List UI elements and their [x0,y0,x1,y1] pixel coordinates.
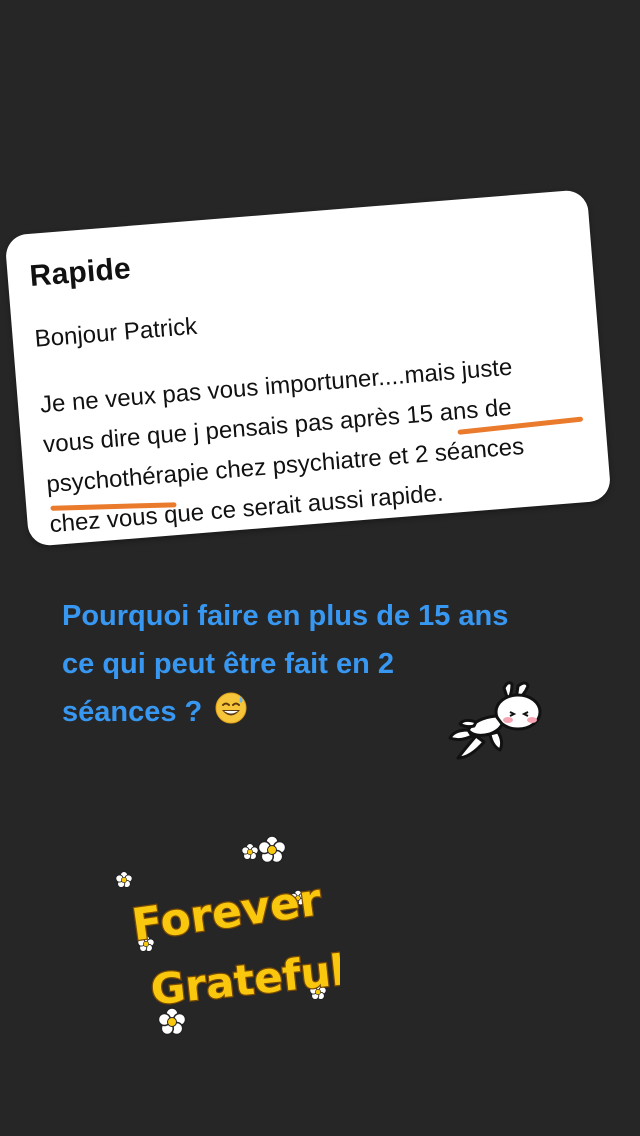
card-body: Je ne veux pas vous importuner....mais j… [39,341,606,545]
running-bunny-sticker [446,678,550,762]
sticker-word: Forever [129,874,325,951]
sticker-word: Grateful [148,945,340,1014]
caption-text: séances ? [62,696,203,728]
forever-grateful-sticker: Forever Grateful [112,826,348,1048]
caption-line: Pourquoi faire en plus de 15 ans [62,600,509,632]
grinning-sweat-emoji-icon [214,691,248,740]
card-title: Rapide [28,251,132,293]
card-greeting: Bonjour Patrick [33,312,199,353]
message-card: Rapide Bonjour Patrick Je ne veux pas vo… [4,189,612,547]
